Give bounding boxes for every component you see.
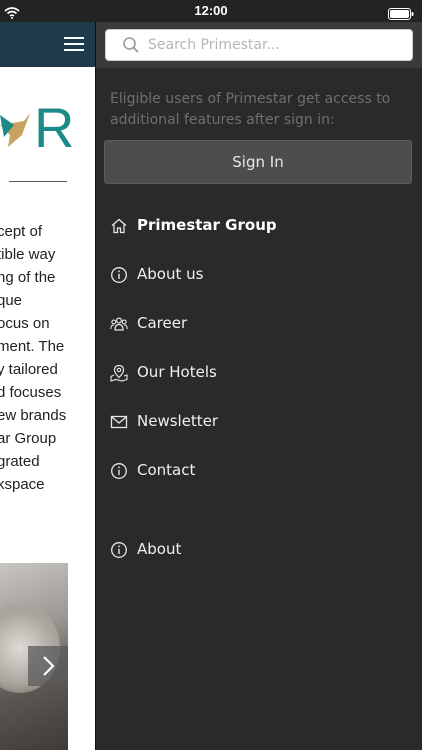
search-input[interactable] — [148, 37, 388, 53]
menu-item-about-us[interactable]: About us — [96, 255, 422, 295]
body-line: cept of — [0, 223, 43, 240]
menu-label: About — [137, 540, 182, 558]
menu-item-about[interactable]: About — [96, 530, 422, 570]
hamburger-icon — [64, 37, 84, 51]
people-icon — [110, 317, 128, 331]
status-time: 12:00 — [194, 3, 228, 18]
menu-label: Contact — [137, 461, 196, 479]
info-icon — [111, 542, 127, 558]
home-icon — [111, 218, 127, 234]
body-line: ocus on — [0, 315, 50, 332]
signin-info-text: Eligible users of Primestar get access t… — [110, 91, 391, 128]
battery-icon — [388, 5, 414, 24]
sign-in-label: Sign In — [232, 153, 284, 171]
menu-label: Our Hotels — [137, 363, 217, 381]
navigation-drawer: Eligible users of Primestar get access t… — [96, 0, 422, 750]
hamburger-menu-button[interactable] — [64, 36, 84, 56]
menu-label: Primestar Group — [137, 216, 277, 234]
menu-item-newsletter[interactable]: Newsletter — [96, 402, 422, 442]
body-line: ew brands — [0, 407, 67, 424]
body-line: tible way — [0, 246, 56, 263]
menu-label: Newsletter — [137, 412, 219, 430]
body-line: ng of the — [0, 269, 56, 286]
brand-logo: R — [0, 95, 96, 165]
body-line: que — [0, 292, 23, 309]
menu-item-primestar-group[interactable]: Primestar Group — [96, 206, 422, 246]
menu-item-career[interactable]: Career — [96, 304, 422, 344]
search-field-container — [105, 29, 413, 61]
body-line: kspace — [0, 476, 45, 493]
info-icon — [111, 267, 127, 283]
search-bar — [96, 22, 422, 68]
menu-label: Career — [137, 314, 188, 332]
body-line: d focuses — [0, 384, 62, 401]
divider — [9, 181, 67, 182]
mail-icon — [110, 415, 128, 429]
search-icon — [122, 36, 140, 54]
body-line: ar Group — [0, 430, 57, 447]
page-body-text: cept of tible way ng of the que ocus on … — [0, 220, 96, 496]
body-line: ment. The — [0, 338, 65, 355]
status-bar: 12:00 — [0, 0, 422, 22]
map-pin-icon — [110, 364, 128, 382]
photo-next-button[interactable] — [28, 646, 68, 686]
menu-label: About us — [137, 265, 204, 283]
sign-in-button[interactable]: Sign In — [104, 140, 412, 184]
background-page: R cept of tible way ng of the que ocus o… — [0, 0, 96, 750]
menu-item-contact[interactable]: Contact — [96, 451, 422, 491]
body-line: grated — [0, 453, 40, 470]
menu-item-our-hotels[interactable]: Our Hotels — [96, 353, 422, 393]
logo-letter: R — [34, 96, 74, 159]
info-icon — [111, 463, 127, 479]
body-line: y tailored — [0, 361, 58, 378]
chevron-right-icon — [43, 656, 55, 676]
